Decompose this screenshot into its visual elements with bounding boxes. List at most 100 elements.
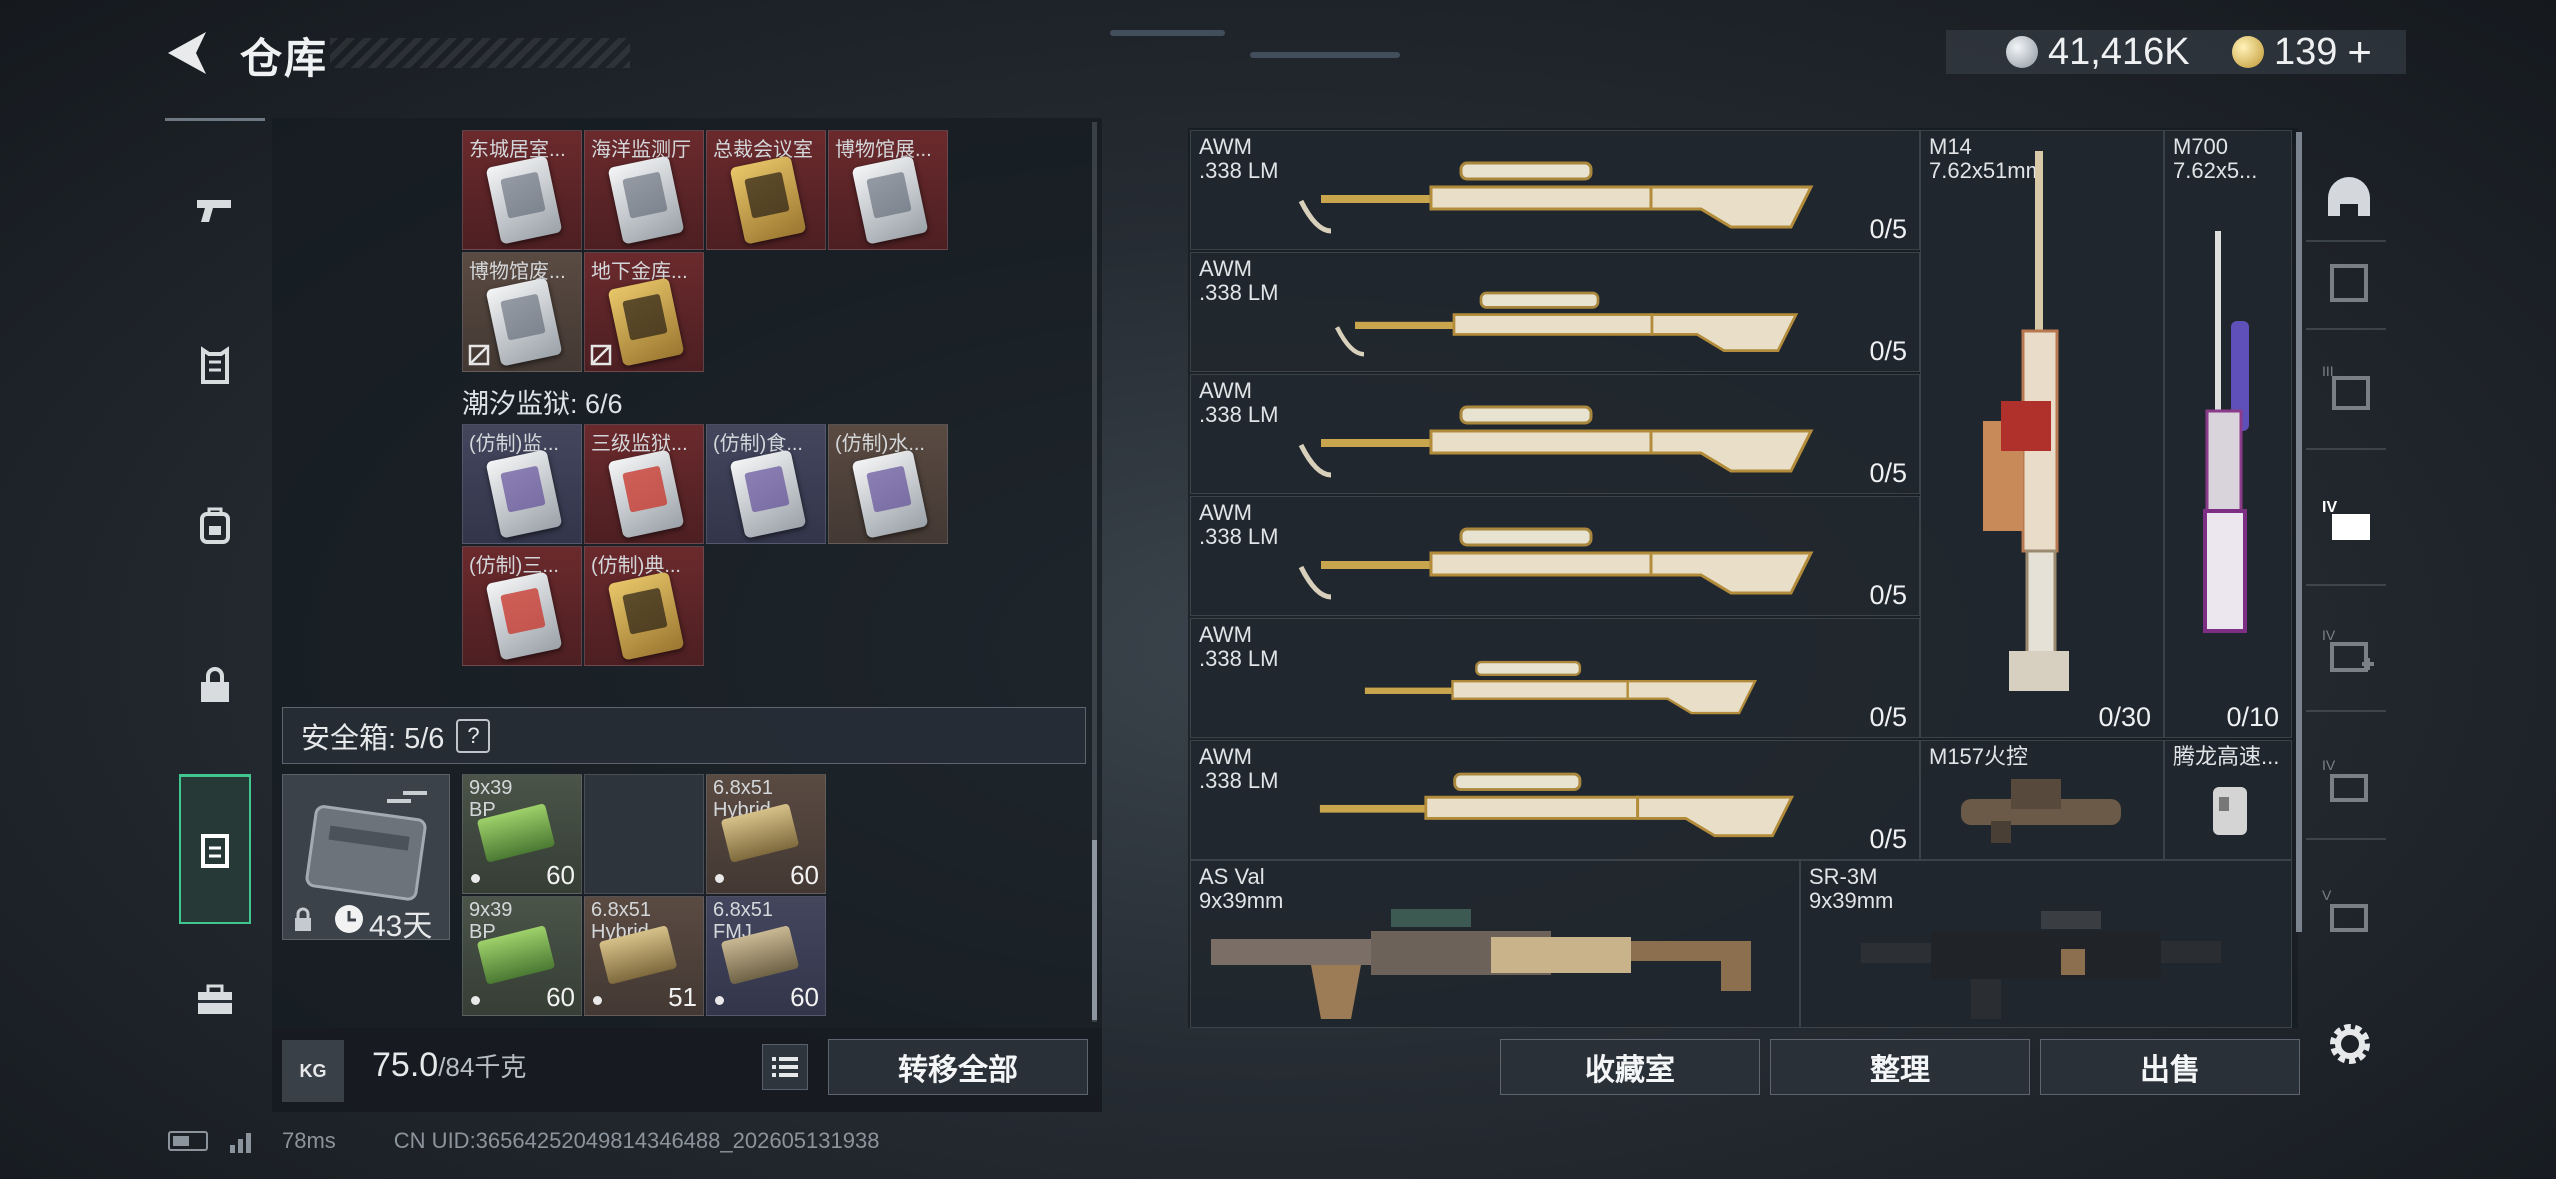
weapon-scrollbar[interactable] <box>2296 132 2302 932</box>
ammo-item[interactable]: 6.8x51 Hybrid 60 <box>706 774 826 894</box>
keycard-item[interactable]: (仿制)水... <box>828 424 948 544</box>
silver-currency: 41,416K <box>2006 30 2190 74</box>
keycard-item[interactable]: (仿制)三... <box>462 546 582 666</box>
list-view-button[interactable] <box>762 1044 808 1090</box>
ping-readout: 78ms <box>282 1128 336 1153</box>
ammo-count: 0/5 <box>1869 824 1907 854</box>
keycard-item[interactable]: (仿制)监... <box>462 424 582 544</box>
settings-gear-icon[interactable] <box>2322 1016 2378 1072</box>
item-count: 60 <box>790 860 819 890</box>
inventory-scroll-thumb[interactable] <box>1092 840 1097 1020</box>
item-label: 东城居室... <box>469 139 566 161</box>
keycard-icon <box>607 449 685 539</box>
keycard-icon <box>607 571 685 661</box>
bolt-rifle-icon <box>2203 231 2249 633</box>
attachment-slot-m157[interactable]: M157火控 <box>1920 740 2164 860</box>
weapon-name: AWM .338 LM <box>1199 378 1279 427</box>
battery-icon <box>168 1131 208 1151</box>
weapon-slot-awm[interactable]: AWM .338 LM 0/5 <box>1190 496 1920 616</box>
sniper-rifle-icon <box>1364 660 1758 715</box>
item-label: (仿制)食... <box>713 433 803 455</box>
svg-text:IV: IV <box>2322 499 2337 516</box>
ammo-count: 0/5 <box>1869 702 1907 732</box>
svg-text:IV: IV <box>2322 757 2336 773</box>
safe-box-header: 安全箱: 5/6 ? <box>282 707 1086 764</box>
ammo-count: 0/5 <box>1869 580 1907 610</box>
attachment-slot-tenglong[interactable]: 腾龙高速... <box>2164 740 2292 860</box>
weapon-slot-awm[interactable]: AWM .338 LM 0/5 <box>1190 618 1920 738</box>
organize-button[interactable]: 整理 <box>1770 1039 2030 1095</box>
weapon-slot-m700[interactable]: M700 7.62x5... 0/10 <box>2164 130 2292 738</box>
list-icon <box>772 1057 798 1077</box>
weapon-slot-awm[interactable]: AWM .338 LM 0/5 <box>1190 130 1920 250</box>
ammo-count: 0/5 <box>1869 458 1907 488</box>
transfer-all-button[interactable]: 转移全部 <box>828 1039 1088 1095</box>
silver-coin-icon <box>2006 36 2038 68</box>
svg-text:V: V <box>2322 887 2332 903</box>
keycard-icon <box>851 155 929 245</box>
sell-button[interactable]: 出售 <box>2040 1039 2300 1095</box>
keycard-item[interactable]: 海洋监测厅 <box>584 130 704 250</box>
weapon-slot-awm[interactable]: AWM .338 LM 0/5 <box>1190 740 1920 860</box>
help-button[interactable]: ? <box>456 718 491 753</box>
safe-case[interactable]: 43天 <box>282 774 450 943</box>
status-dot <box>715 874 724 883</box>
tool-tier5-icon[interactable]: V <box>2314 876 2384 946</box>
keycard-icon <box>485 277 563 367</box>
back-button[interactable] <box>160 28 220 78</box>
medkit-tier4-icon[interactable]: IV <box>2314 616 2384 686</box>
tool-tier4-icon[interactable]: IV <box>2314 746 2384 816</box>
keycard-item[interactable]: (仿制)典... <box>584 546 704 666</box>
keycard-icon <box>607 277 685 367</box>
keycard-icon <box>485 449 563 539</box>
category-divider <box>2306 838 2386 840</box>
bag-icon[interactable] <box>185 656 245 716</box>
keycard-item[interactable]: 博物馆废... <box>462 252 582 372</box>
pistol-icon[interactable] <box>185 180 245 240</box>
weapon-slot-awm[interactable]: AWM .338 LM 0/5 <box>1190 252 1920 372</box>
armor-icon[interactable] <box>2314 248 2384 318</box>
sniper-rifle-icon <box>1334 291 1799 357</box>
clock-icon <box>335 905 363 933</box>
keycard-icon <box>729 155 807 245</box>
ammo-count: 0/5 <box>1869 214 1907 244</box>
ammo-item[interactable]: 6.8x51 FMJ 60 <box>706 896 826 1016</box>
weapon-slot-sr-3m[interactable]: SR-3M 9x39mm <box>1800 860 2292 1028</box>
item-label: (仿制)水... <box>835 433 925 455</box>
weapon-slot-m14[interactable]: M14 7.62x51mm 0/30 <box>1920 130 2164 738</box>
background-light <box>1250 52 1400 58</box>
item-label: 总裁会议室 <box>713 139 813 161</box>
silver-amount: 41,416K <box>2048 30 2190 73</box>
armor-vest-icon[interactable] <box>185 336 245 396</box>
fire-control-sight-icon <box>1961 779 2121 843</box>
weapon-name: M700 7.62x5... <box>2173 134 2258 183</box>
attachment-name: 腾龙高速... <box>2173 744 2280 769</box>
keycard-item[interactable]: 地下金库... <box>584 252 704 372</box>
keycard-item[interactable]: 博物馆展... <box>828 130 948 250</box>
ammo-item[interactable]: 9x39 BP 60 <box>462 774 582 894</box>
helmet-icon[interactable] <box>2314 164 2384 234</box>
armor-tier3-icon[interactable]: III <box>2314 352 2384 422</box>
weight-icon: KG <box>282 1040 344 1102</box>
storage-box-icon[interactable] <box>179 774 251 924</box>
ammo-item[interactable]: 6.8x51 Hybrid 51 <box>584 896 704 1016</box>
svg-text:IV: IV <box>2322 627 2336 643</box>
keycard-item[interactable]: (仿制)食... <box>706 424 826 544</box>
keycard-item[interactable]: 三级监狱... <box>584 424 704 544</box>
ammo-item[interactable]: 9x39 BP 60 <box>462 896 582 1016</box>
weapon-slot-as-val[interactable]: AS Val 9x39mm <box>1190 860 1800 1028</box>
keycard-item[interactable]: 总裁会议室 <box>706 130 826 250</box>
collection-room-button[interactable]: 收藏室 <box>1500 1039 1760 1095</box>
sniper-rifle-icon <box>1298 527 1814 600</box>
empty-slot[interactable] <box>584 774 704 894</box>
keycard-item[interactable]: 东城居室... <box>462 130 582 250</box>
gold-currency: 139 + <box>2232 28 2372 76</box>
weapon-slot-awm[interactable]: AWM .338 LM 0/5 <box>1190 374 1920 494</box>
weapon-name: AWM .338 LM <box>1199 500 1279 549</box>
briefcase-icon[interactable] <box>185 970 245 1030</box>
svg-text:III: III <box>2322 363 2334 379</box>
armor-tier4-icon[interactable]: IV <box>2314 486 2384 556</box>
backpack-icon[interactable] <box>185 496 245 556</box>
item-label: 博物馆废... <box>469 261 566 283</box>
add-gold-button[interactable]: + <box>2347 28 2372 76</box>
